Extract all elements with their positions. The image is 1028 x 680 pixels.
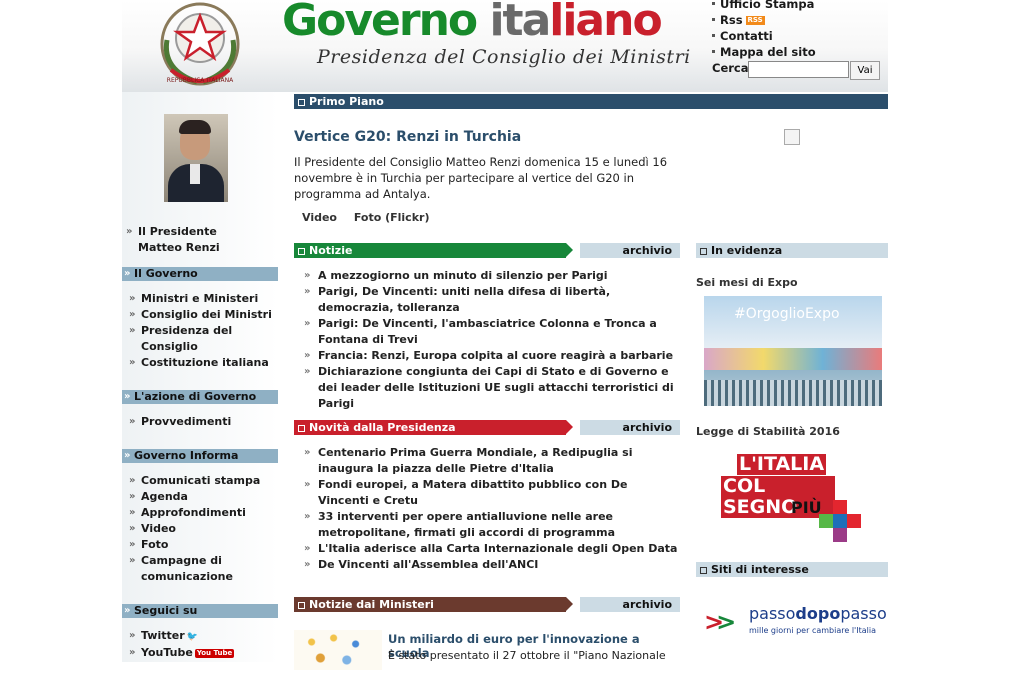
lead-text: Il Presidente del Consiglio Matteo Renzi… — [294, 155, 668, 201]
rss-icon[interactable]: RSS — [745, 16, 765, 25]
president-link[interactable]: » Il Presidente Matteo Renzi — [126, 224, 220, 256]
sidebar-item-foto[interactable]: Foto — [129, 537, 278, 553]
sidebar-item-provvedimenti[interactable]: Provvedimenti — [129, 414, 278, 430]
section-seguici: Seguici su Twitter🐦 YouTubeYou Tube — [122, 604, 278, 661]
pdp-name: passodopopasso — [749, 604, 887, 623]
youtube-icon[interactable]: You Tube — [194, 648, 235, 658]
sidebar-item-twitter[interactable]: Twitter🐦 — [129, 628, 278, 645]
novita-title: Novità dalla Presidenza — [309, 421, 456, 434]
list-item[interactable]: A mezzogiorno un minuto di silenzio per … — [304, 268, 680, 284]
stabilita-logo[interactable]: L'ITALIA COL SEGNO PIÙ — [719, 448, 869, 544]
siti-bar: Siti di interesse — [696, 562, 888, 577]
list-item[interactable]: Dichiarazione congiunta dei Capi di Stat… — [304, 364, 680, 412]
list-item[interactable]: Parigi: De Vincenti, l'ambasciatrice Col… — [304, 316, 680, 348]
republic-emblem-icon[interactable]: REPUBBLICA ITALIANA — [157, 0, 243, 88]
list-item[interactable]: L'Italia aderisce alla Carta Internazion… — [304, 541, 680, 557]
left-sidebar: » Il Presidente Matteo Renzi Il Governo … — [122, 92, 278, 662]
top-links: Ufficio Stampa Rss RSS Contatti Mappa del… — [712, 0, 816, 60]
expo-title[interactable]: Sei mesi di Expo — [696, 276, 888, 289]
sidebar-item-youtube[interactable]: YouTubeYou Tube — [129, 645, 278, 661]
section-azione-title[interactable]: L'azione di Governo — [122, 390, 278, 404]
primo-piano-title: Primo Piano — [309, 95, 384, 108]
sidebar-item-approfondimenti[interactable]: Approfondimenti — [129, 505, 278, 521]
search-input[interactable] — [748, 61, 849, 78]
expo-hashtag: #OrgoglioExpo — [734, 306, 840, 322]
list-item[interactable]: Francia: Renzi, Europa colpita al cuore … — [304, 348, 680, 364]
sidebar-item-ministri[interactable]: Ministri e Ministeri — [129, 291, 278, 307]
ministeri-archivio-link[interactable]: archivio — [623, 597, 672, 612]
novita-bar: Novità dalla Presidenza archivio — [294, 420, 680, 435]
notizie-title: Notizie — [309, 244, 353, 257]
pdp-tagline: mille giorni per cambiare l'Italia — [749, 626, 876, 635]
list-item[interactable]: Parigi, De Vincenti: uniti nella difesa … — [304, 284, 680, 316]
notizie-bar: Notizie archivio — [294, 243, 680, 258]
ministeri-section: Notizie dai Ministeri archivio Un miliar… — [294, 597, 680, 680]
siti-title: Siti di interesse — [711, 563, 809, 576]
ministeri-item-text: È stato presentato il 27 ottobre il "Pia… — [388, 649, 666, 662]
sidebar-item-comunicati[interactable]: Comunicati stampa — [129, 473, 278, 489]
svg-text:REPUBBLICA ITALIANA: REPUBBLICA ITALIANA — [167, 77, 234, 84]
headline-link[interactable]: Vertice G20: Renzi in Turchia — [294, 129, 521, 145]
ministeri-title: Notizie dai Ministeri — [309, 598, 434, 611]
list-item[interactable]: Centenario Prima Guerra Mondiale, a Redi… — [304, 445, 680, 477]
notizie-section: Notizie archivio A mezzogiorno un minuto… — [294, 243, 680, 412]
ufficio-stampa-link[interactable]: Ufficio Stampa — [712, 0, 816, 12]
search-button[interactable]: Vai — [850, 61, 880, 80]
section-informa-title[interactable]: Governo Informa — [122, 449, 278, 463]
page: REPUBBLICA ITALIANA Governo italiano Pre… — [122, 0, 888, 670]
contatti-link[interactable]: Contatti — [712, 28, 816, 44]
section-seguici-title: Seguici su — [122, 604, 278, 618]
section-informa: Governo Informa Comunicati stampa Agenda… — [122, 449, 278, 585]
section-governo: Il Governo Ministri e Ministeri Consigli… — [122, 267, 278, 371]
site-title[interactable]: Governo italiano — [282, 0, 663, 50]
lead-links: Video Foto (Flickr) — [302, 211, 442, 224]
notizie-list: A mezzogiorno un minuto di silenzio per … — [294, 258, 680, 412]
president-photo[interactable] — [164, 114, 228, 202]
section-azione: L'azione di Governo Provvedimenti — [122, 390, 278, 430]
ministeri-bar: Notizie dai Ministeri archivio — [294, 597, 680, 612]
expo-image[interactable]: #OrgoglioExpo — [704, 296, 882, 406]
sidebar-item-agenda[interactable]: Agenda — [129, 489, 278, 505]
in-evidenza-title: In evidenza — [711, 244, 783, 257]
double-chevron-icon: >> — [704, 608, 736, 636]
sidebar-item-costituzione[interactable]: Costituzione italiana — [129, 355, 278, 371]
broken-image-icon[interactable] — [784, 129, 800, 145]
sidebar-item-campagne[interactable]: Campagne dicomunicazione — [129, 553, 278, 585]
twitter-icon[interactable]: 🐦 — [187, 632, 198, 642]
list-item[interactable]: De Vincenti all'Assemblea dell'ANCI — [304, 557, 680, 573]
stabilita-line3: PIÙ — [791, 498, 822, 517]
main-content: Primo Piano Vertice G20: Renzi in Turchi… — [294, 94, 888, 670]
list-item[interactable]: Fondi europei, a Matera dibattito pubbli… — [304, 477, 680, 509]
section-governo-title[interactable]: Il Governo — [122, 267, 278, 281]
right-column: In evidenza Sei mesi di Expo #OrgoglioEx… — [696, 243, 888, 644]
novita-section: Novità dalla Presidenza archivio Centena… — [294, 420, 680, 573]
foto-flickr-link[interactable]: Foto (Flickr) — [354, 211, 430, 224]
search-row: Cerca: Vai — [712, 61, 880, 80]
rss-link[interactable]: Rss RSS — [712, 12, 816, 28]
stabilita-line1: L'ITALIA — [737, 453, 827, 475]
in-evidenza-bar: In evidenza — [696, 243, 888, 258]
notizie-archivio-link[interactable]: archivio — [623, 243, 672, 258]
primo-piano-bar: Primo Piano — [294, 94, 888, 109]
sidebar-item-video[interactable]: Video — [129, 521, 278, 537]
scuola-thumbnail[interactable] — [294, 630, 382, 670]
search-label: Cerca: — [712, 61, 754, 75]
site-subtitle: Presidenza del Consiglio dei Ministri — [317, 46, 691, 68]
sidebar-item-presidenza[interactable]: Presidenza delConsiglio — [129, 323, 278, 355]
mappa-link[interactable]: Mappa del sito — [712, 44, 816, 60]
novita-archivio-link[interactable]: archivio — [623, 420, 672, 435]
sidebar-item-consiglio[interactable]: Consiglio dei Ministri — [129, 307, 278, 323]
video-link[interactable]: Video — [302, 211, 337, 224]
passodopopasso-logo[interactable]: >> passodopopasso mille giorni per cambi… — [704, 604, 887, 644]
novita-list: Centenario Prima Guerra Mondiale, a Redi… — [294, 435, 680, 573]
stabilita-title[interactable]: Legge di Stabilità 2016 — [696, 425, 888, 438]
list-item[interactable]: 33 interventi per opere antialluvione ne… — [304, 509, 680, 541]
header: REPUBBLICA ITALIANA Governo italiano Pre… — [122, 0, 888, 92]
